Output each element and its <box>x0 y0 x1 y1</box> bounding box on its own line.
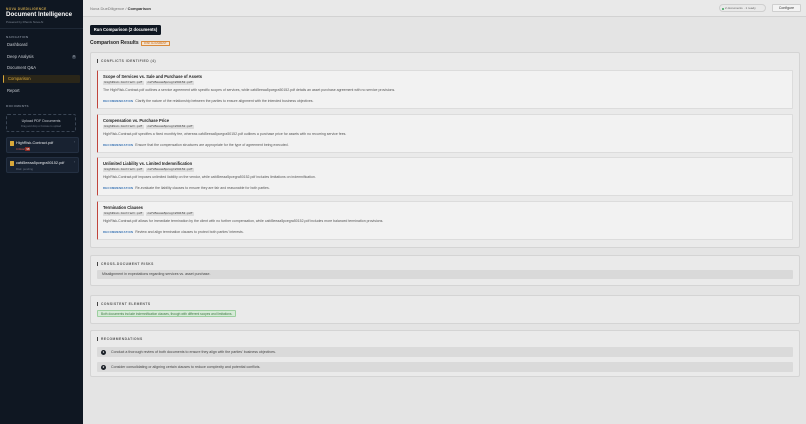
sidebar-item-report[interactable]: Report <box>3 87 80 95</box>
document-chip: cafd5eeaa5pcegra50152.pdf <box>146 80 195 85</box>
document-chip: HighRisk-Contract.pdf <box>103 167 144 172</box>
pdf-file-icon <box>10 161 14 166</box>
upload-hint: Drag and drop or browse to upload <box>20 124 62 128</box>
conflicts-header: CONFLICTS IDENTIFIED (4) <box>97 59 156 63</box>
risks-header: CROSS-DOCUMENT RISKS <box>97 262 154 266</box>
recommendation-text: Consider consolidating or aligning certa… <box>111 365 261 369</box>
recommendation-label: RECOMMENDATION <box>103 187 134 190</box>
document-chip: HighRisk-Contract.pdf <box>103 124 144 129</box>
conflict-card: Compensation vs. Purchase Price HighRisk… <box>97 114 793 153</box>
step-number: 1 <box>101 349 106 355</box>
document-chip: HighRisk-Contract.pdf <box>103 211 144 216</box>
risks-panel: CROSS-DOCUMENT RISKS Misalignment in exp… <box>90 255 800 286</box>
document-name: cafd5eeaa5pcegra50152.pdf <box>16 160 65 165</box>
top-bar: Nova DueDiligence / Comparison 2 documen… <box>83 0 806 17</box>
recommendation-text: Ensure that the compensation structures … <box>135 143 289 147</box>
recommendation-label: RECOMMENDATION <box>103 231 134 234</box>
conflict-title: Scope of Services vs. Sale and Purchase … <box>103 74 203 79</box>
nav-section-label: NAVIGATION <box>6 35 29 39</box>
step-number: 2 <box>101 364 106 370</box>
configure-button[interactable]: Configure <box>772 4 801 12</box>
consistent-element-chip: Both documents include indemnification c… <box>97 310 237 317</box>
recommendations-panel: RECOMMENDATIONS 1 Conduct a thorough rev… <box>90 330 800 377</box>
document-card[interactable]: HighRisk-Contract.pdf › Critical 98 <box>6 137 79 153</box>
chevron-right-icon: › <box>73 140 75 144</box>
list-item: Misalignment in expectations regarding s… <box>97 270 793 279</box>
status-dot-icon <box>722 7 724 10</box>
breadcrumb-current: Comparison <box>127 6 151 11</box>
conflict-card: Termination Clauses HighRisk-Contract.pd… <box>97 201 793 240</box>
sidebar-item-label: Report <box>7 88 20 93</box>
sidebar-item-label: Dashboard <box>7 42 28 47</box>
chevron-right-icon: › <box>73 160 75 164</box>
recommendation-text: Conduct a thorough review of both docume… <box>111 350 276 354</box>
count-badge: 0 <box>72 55 76 59</box>
conflict-title: Termination Clauses <box>103 205 143 210</box>
sidebar-item-comparison[interactable]: Comparison <box>3 75 80 83</box>
upload-title: Upload PDF Documents <box>21 119 61 123</box>
list-item: 1 Conduct a thorough review of both docu… <box>97 347 793 357</box>
document-name: HighRisk-Contract.pdf <box>16 140 54 145</box>
document-risk: Critical 98 <box>16 147 31 151</box>
recommendation-text: Review and align termination clauses to … <box>135 230 244 234</box>
conflict-recommendation: RECOMMENDATION Ensure that the compensati… <box>103 143 289 147</box>
app-subtitle: Powered by Rhenix Nova AI <box>6 20 44 24</box>
recommendations-header: RECOMMENDATIONS <box>97 337 143 341</box>
risk-label: Critical <box>16 147 25 151</box>
sidebar-divider <box>0 28 83 29</box>
status-badge: 2 documents · 1 ready <box>719 4 766 12</box>
conflict-description: HighRisk-Contract.pdf allows for immedia… <box>103 219 384 223</box>
document-chip: cafd5eeaa5pcegra50152.pdf <box>146 167 195 172</box>
document-chip: cafd5eeaa5pcegra50152.pdf <box>146 211 195 216</box>
conflict-recommendation: RECOMMENDATION Re-evaluate the liability … <box>103 186 270 190</box>
consistent-header: CONSISTENT ELEMENTS <box>97 302 151 306</box>
app-title: Document Intelligence <box>6 11 73 18</box>
consistent-panel: CONSISTENT ELEMENTS Both documents inclu… <box>90 295 800 324</box>
conflict-card: Unlimited Liability vs. Limited Indemnif… <box>97 157 793 196</box>
risk-score-badge: 98 <box>25 147 31 151</box>
results-tag: RISK ALIGNMENT <box>141 41 170 46</box>
conflict-recommendation: RECOMMENDATION Review and align terminati… <box>103 230 244 234</box>
breadcrumb-separator: / <box>125 6 127 11</box>
document-card[interactable]: cafd5eeaa5pcegra50152.pdf › Risk: pendin… <box>6 157 79 173</box>
status-text: 2 documents · 1 ready <box>725 6 756 10</box>
pdf-file-icon <box>10 141 14 146</box>
recommendation-text: Clarify the nature of the relationship b… <box>135 99 314 103</box>
conflict-title: Unlimited Liability vs. Limited Indemnif… <box>103 161 193 166</box>
conflicts-panel: CONFLICTS IDENTIFIED (4) Scope of Servic… <box>90 52 800 248</box>
list-item: 2 Consider consolidating or aligning cer… <box>97 362 793 372</box>
documents-section-label: DOCUMENTS <box>6 104 29 108</box>
conflict-description: HighRisk-Contract.pdf imposes unlimited … <box>103 175 316 179</box>
sidebar-item-label: Deep Analysis <box>7 54 34 59</box>
conflict-card: Scope of Services vs. Sale and Purchase … <box>97 70 793 109</box>
conflict-title: Compensation vs. Purchase Price <box>103 118 169 123</box>
upload-dropzone[interactable]: Upload PDF Documents Drag and drop or br… <box>6 114 76 132</box>
conflict-description: HighRisk-Contract.pdf specifies a fixed … <box>103 132 347 136</box>
run-comparison-button[interactable]: Run Comparison (2 documents) <box>90 25 161 35</box>
conflict-recommendation: RECOMMENDATION Clarify the nature of the … <box>103 99 314 103</box>
breadcrumb-root[interactable]: Nova DueDiligence <box>90 6 124 11</box>
sidebar-item-label: Document Q&A <box>7 65 37 70</box>
recommendation-text: Re-evaluate the liability clauses to ens… <box>135 186 270 190</box>
document-status: Risk: pending <box>16 167 33 171</box>
conflict-description: The HighRisk-Contract.pdf outlines a ser… <box>103 88 396 92</box>
sidebar-item-document-qa[interactable]: Document Q&A <box>3 64 80 72</box>
sidebar-item-label: Comparison <box>8 76 31 81</box>
results-title: Comparison Results <box>90 40 139 46</box>
document-chip: HighRisk-Contract.pdf <box>103 80 144 85</box>
sidebar: NOVA DUEDILIGENCE Document Intelligence … <box>0 0 83 424</box>
recommendation-label: RECOMMENDATION <box>103 144 134 147</box>
sidebar-item-dashboard[interactable]: Dashboard <box>3 41 80 49</box>
sidebar-item-deep-analysis[interactable]: Deep Analysis 0 <box>3 53 80 61</box>
recommendation-label: RECOMMENDATION <box>103 100 134 103</box>
document-chip: cafd5eeaa5pcegra50152.pdf <box>146 124 195 129</box>
breadcrumb: Nova DueDiligence / Comparison <box>90 6 151 11</box>
